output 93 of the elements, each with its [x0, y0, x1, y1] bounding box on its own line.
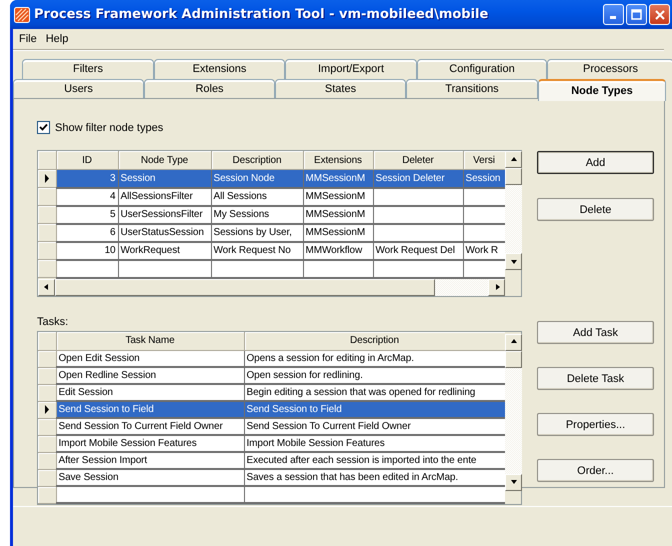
table-row[interactable]: Open Redline Session Open session for redlining. [38, 367, 505, 384]
horizontal-scrollbar[interactable] [38, 278, 505, 296]
tab[interactable]: Configuration [417, 59, 547, 79]
maximize-icon [631, 9, 642, 20]
column-header[interactable]: Deleter [373, 151, 463, 170]
table-cell: Edit Session [56, 384, 244, 401]
button[interactable]: Add [537, 151, 654, 174]
left-arrow-icon [42, 283, 50, 291]
table-row[interactable]: 3 Session Session Node MMSessionM Session Deleter Session [38, 170, 505, 188]
tab[interactable]: Processors [547, 59, 672, 79]
window-title: Process Framework Administration Tool - vm-mobileed\mobile [34, 7, 488, 22]
minimize-button[interactable] [603, 4, 624, 25]
current-row-icon [44, 405, 50, 414]
table-cell: Save Session [56, 469, 244, 486]
table-cell: Import Mobile Session Features [244, 435, 505, 452]
column-header[interactable]: Versi [463, 151, 505, 170]
tab[interactable]: States [275, 79, 406, 99]
button[interactable]: Add Task [537, 321, 654, 344]
column-header[interactable]: Extensions [303, 151, 373, 170]
table-cell: Open Redline Session [56, 367, 244, 384]
tab[interactable]: Extensions [154, 59, 285, 79]
table-row[interactable]: Edit Session Begin editing a session that was opened for redlining [38, 384, 505, 401]
table-row[interactable]: 6 UserStatusSession Sessions by User, MMSessionM [38, 224, 505, 242]
tab[interactable]: Node Types [538, 79, 666, 101]
tab[interactable]: Filters [22, 59, 154, 79]
scroll-thumb[interactable] [55, 278, 435, 296]
table-row[interactable]: After Session Import Executed after each session is imported into the ente [38, 452, 505, 469]
column-header[interactable]: ID [56, 151, 118, 170]
row-selector[interactable] [38, 401, 56, 418]
scroll-down-button[interactable] [505, 253, 522, 270]
table-cell: Send Session to Field [244, 401, 505, 418]
table-cell: Open session for redlining. [244, 367, 505, 384]
down-arrow-icon [510, 478, 518, 486]
column-header[interactable]: Description [211, 151, 303, 170]
table-cell: Begin editing a session that was opened for redlining [244, 384, 505, 401]
table-cell: 3 [56, 170, 118, 188]
table-row[interactable]: 5 UserSessionsFilter My Sessions MMSessionM [38, 206, 505, 224]
scroll-left-button[interactable] [38, 278, 55, 296]
row-selector[interactable] [38, 170, 56, 188]
table-row[interactable]: Open Edit Session Opens a session for editing in ArcMap. [38, 350, 505, 367]
button[interactable]: Delete Task [537, 367, 654, 390]
table-cell: Saves a session that has been edited in ArcMap. [244, 469, 505, 486]
table-cell: Send Session to Field [56, 401, 244, 418]
scroll-right-button[interactable] [488, 278, 505, 296]
table-cell: Session [463, 170, 505, 188]
table-cell: After Session Import [56, 452, 244, 469]
checkbox-label: Show filter node types [55, 122, 164, 134]
table-cell: Executed after each session is imported into the ente [244, 452, 505, 469]
table-cell: Open Edit Session [56, 350, 244, 367]
button[interactable]: Order... [537, 459, 654, 482]
vertical-scrollbar[interactable] [505, 151, 522, 270]
current-row-icon [44, 174, 50, 183]
button[interactable]: Properties... [537, 413, 654, 436]
table-row[interactable]: Send Session to Field Send Session to Field [38, 401, 505, 418]
tab[interactable]: Users [13, 79, 144, 99]
tasks-label: Tasks: [37, 316, 70, 328]
tab[interactable]: Transitions [406, 79, 538, 99]
close-icon [654, 10, 664, 20]
table-row[interactable]: Import Mobile Session Features Import Mobile Session Features [38, 435, 505, 452]
column-header[interactable]: Node Type [118, 151, 211, 170]
scroll-down-button[interactable] [505, 474, 522, 490]
up-arrow-icon [510, 338, 518, 346]
button[interactable]: Delete [537, 198, 654, 221]
table-cell: Import Mobile Session Features [56, 435, 244, 452]
table-cell: Session [118, 170, 211, 188]
table-cell: Session Deleter [373, 170, 463, 188]
table-row[interactable]: Save Session Saves a session that has been edited in ArcMap. [38, 469, 505, 486]
table-row[interactable]: Send Session To Current Field Owner Send Session To Current Field Owner [38, 418, 505, 435]
table-cell: Session Node [211, 170, 303, 188]
tab[interactable]: Roles [144, 79, 275, 99]
table-cell: Send Session To Current Field Owner [244, 418, 505, 435]
menu-item[interactable]: File [16, 31, 43, 47]
up-arrow-icon [510, 156, 518, 164]
close-button[interactable] [649, 4, 670, 25]
check-icon [39, 123, 48, 132]
table-row[interactable]: 4 AllSessionsFilter All Sessions MMSessionM [38, 188, 505, 206]
vertical-scrollbar[interactable] [505, 334, 522, 490]
table-cell: Opens a session for editing in ArcMap. [244, 350, 505, 367]
checkbox[interactable] [37, 121, 50, 134]
table-row[interactable]: 10 WorkRequest Work Request No MMWorkflow Work Request Del Work R [38, 242, 505, 260]
table-cell: Send Session To Current Field Owner [56, 418, 244, 435]
scroll-thumb[interactable] [505, 168, 522, 185]
menu-item[interactable]: Help [42, 31, 74, 47]
down-arrow-icon [510, 258, 518, 266]
column-header[interactable]: Description [244, 332, 505, 350]
column-header[interactable]: Task Name [56, 332, 244, 350]
scroll-up-button[interactable] [505, 151, 522, 168]
app-icon [14, 6, 30, 22]
scroll-up-button[interactable] [505, 334, 522, 350]
maximize-button[interactable] [626, 4, 647, 25]
tab[interactable]: Import/Export [285, 59, 417, 79]
table-cell: MMSessionM [303, 170, 373, 188]
scroll-thumb[interactable] [505, 350, 522, 368]
